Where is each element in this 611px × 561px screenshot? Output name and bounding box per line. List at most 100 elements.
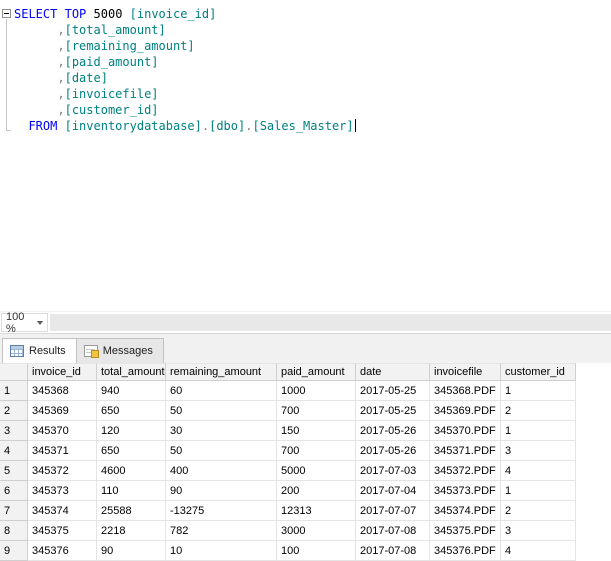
cell-invoice_id[interactable]: 345368 <box>28 381 97 401</box>
cell-remaining_amount[interactable]: 782 <box>166 521 277 541</box>
tab-label: Messages <box>102 345 153 357</box>
cell-invoice_id[interactable]: 345374 <box>28 501 97 521</box>
cell-invoicefile[interactable]: 345373.PDF <box>430 481 501 501</box>
collapse-region-toggle-icon[interactable] <box>2 9 11 18</box>
row-header[interactable]: 7 <box>0 501 28 521</box>
grid-header-row: invoice_id total_amount remaining_amount pa… <box>0 363 576 381</box>
sql-code-area: /****** Script for SelectTopNRows comman… <box>14 0 611 134</box>
cell-invoicefile[interactable]: 345369.PDF <box>430 401 501 421</box>
cell-paid_amount[interactable]: 1000 <box>277 381 356 401</box>
cell-total_amount[interactable]: 25588 <box>97 501 166 521</box>
column-header-total_amount[interactable]: total_amount <box>97 363 166 381</box>
column-header-remaining_amount[interactable]: remaining_amount <box>166 363 277 381</box>
cell-date[interactable]: 2017-07-03 <box>356 461 430 481</box>
cell-invoicefile[interactable]: 345371.PDF <box>430 441 501 461</box>
zoom-level-value: 100 % <box>6 310 25 335</box>
cell-customer_id[interactable]: 1 <box>501 421 576 441</box>
row-header[interactable]: 2 <box>0 401 28 421</box>
cell-remaining_amount[interactable]: 60 <box>166 381 277 401</box>
cell-paid_amount[interactable]: 200 <box>277 481 356 501</box>
cell-customer_id[interactable]: 1 <box>501 381 576 401</box>
sql-editor[interactable]: /****** Script for SelectTopNRows comman… <box>0 0 611 311</box>
cell-remaining_amount[interactable]: -13275 <box>166 501 277 521</box>
cell-date[interactable]: 2017-07-07 <box>356 501 430 521</box>
column-header-date[interactable]: date <box>356 363 430 381</box>
cell-invoice_id[interactable]: 345372 <box>28 461 97 481</box>
cell-remaining_amount[interactable]: 10 <box>166 541 277 561</box>
cell-paid_amount[interactable]: 100 <box>277 541 356 561</box>
cell-date[interactable]: 2017-05-26 <box>356 441 430 461</box>
cell-total_amount[interactable]: 940 <box>97 381 166 401</box>
cell-paid_amount[interactable]: 700 <box>277 401 356 421</box>
column-header-paid_amount[interactable]: paid_amount <box>277 363 356 381</box>
code-line: ,[paid_amount] <box>57 55 159 69</box>
cell-date[interactable]: 2017-05-26 <box>356 421 430 441</box>
cell-total_amount[interactable]: 110 <box>97 481 166 501</box>
row-header[interactable]: 4 <box>0 441 28 461</box>
table-row: 5 345372 4600 400 5000 2017-07-03 345372.PDF 4 <box>0 461 576 481</box>
cell-total_amount[interactable]: 650 <box>97 401 166 421</box>
cell-date[interactable]: 2017-07-08 <box>356 541 430 561</box>
tab-results[interactable]: Results <box>2 338 77 363</box>
cell-invoice_id[interactable]: 345370 <box>28 421 97 441</box>
cell-invoicefile[interactable]: 345368.PDF <box>430 381 501 401</box>
cell-total_amount[interactable]: 120 <box>97 421 166 441</box>
messages-icon <box>83 345 99 358</box>
cell-date[interactable]: 2017-07-08 <box>356 521 430 541</box>
code-line: ,[customer_id] <box>57 103 159 117</box>
editor-bottom-bar: 100 % <box>0 310 611 335</box>
cell-remaining_amount[interactable]: 50 <box>166 401 277 421</box>
cell-total_amount[interactable]: 90 <box>97 541 166 561</box>
cell-customer_id[interactable]: 2 <box>501 401 576 421</box>
cell-invoicefile[interactable]: 345372.PDF <box>430 461 501 481</box>
ssms-query-window: /****** Script for SelectTopNRows comman… <box>0 0 611 561</box>
zoom-level-dropdown[interactable]: 100 % <box>1 310 48 335</box>
cell-total_amount[interactable]: 650 <box>97 441 166 461</box>
cell-remaining_amount[interactable]: 90 <box>166 481 277 501</box>
cell-remaining_amount[interactable]: 30 <box>166 421 277 441</box>
code-line: ,[date] <box>57 71 108 85</box>
cell-invoicefile[interactable]: 345370.PDF <box>430 421 501 441</box>
cell-paid_amount[interactable]: 700 <box>277 441 356 461</box>
cell-customer_id[interactable]: 1 <box>501 481 576 501</box>
cell-date[interactable]: 2017-05-25 <box>356 381 430 401</box>
row-header[interactable]: 3 <box>0 421 28 441</box>
horizontal-scrollbar[interactable] <box>50 314 611 331</box>
cell-date[interactable]: 2017-07-04 <box>356 481 430 501</box>
cell-invoice_id[interactable]: 345373 <box>28 481 97 501</box>
table-row: 1 345368 940 60 1000 2017-05-25 345368.PDF 1 <box>0 381 576 401</box>
cell-invoice_id[interactable]: 345376 <box>28 541 97 561</box>
column-header-invoice_id[interactable]: invoice_id <box>28 363 97 381</box>
cell-invoicefile[interactable]: 345374.PDF <box>430 501 501 521</box>
row-header[interactable]: 8 <box>0 521 28 541</box>
code-line: ,[invoicefile] <box>57 87 159 101</box>
cell-invoice_id[interactable]: 345371 <box>28 441 97 461</box>
cell-date[interactable]: 2017-05-25 <box>356 401 430 421</box>
row-header[interactable]: 9 <box>0 541 28 561</box>
cell-paid_amount[interactable]: 3000 <box>277 521 356 541</box>
cell-customer_id[interactable]: 4 <box>501 541 576 561</box>
row-header[interactable]: 1 <box>0 381 28 401</box>
cell-customer_id[interactable]: 2 <box>501 501 576 521</box>
cell-remaining_amount[interactable]: 400 <box>166 461 277 481</box>
cell-customer_id[interactable]: 3 <box>501 521 576 541</box>
cell-customer_id[interactable]: 3 <box>501 441 576 461</box>
cell-invoicefile[interactable]: 345376.PDF <box>430 541 501 561</box>
cell-invoicefile[interactable]: 345375.PDF <box>430 521 501 541</box>
row-header[interactable]: 6 <box>0 481 28 501</box>
column-header-customer_id[interactable]: customer_id <box>501 363 576 381</box>
cell-invoice_id[interactable]: 345375 <box>28 521 97 541</box>
column-header-invoicefile[interactable]: invoicefile <box>430 363 501 381</box>
cell-customer_id[interactable]: 4 <box>501 461 576 481</box>
cell-paid_amount[interactable]: 5000 <box>277 461 356 481</box>
cell-total_amount[interactable]: 2218 <box>97 521 166 541</box>
cell-invoice_id[interactable]: 345369 <box>28 401 97 421</box>
cell-paid_amount[interactable]: 12313 <box>277 501 356 521</box>
results-pane-tab-strip: Results Messages <box>0 333 611 363</box>
cell-total_amount[interactable]: 4600 <box>97 461 166 481</box>
grid-corner-cell[interactable] <box>0 363 28 381</box>
cell-remaining_amount[interactable]: 50 <box>166 441 277 461</box>
tab-messages[interactable]: Messages <box>75 338 164 363</box>
cell-paid_amount[interactable]: 150 <box>277 421 356 441</box>
row-header[interactable]: 5 <box>0 461 28 481</box>
